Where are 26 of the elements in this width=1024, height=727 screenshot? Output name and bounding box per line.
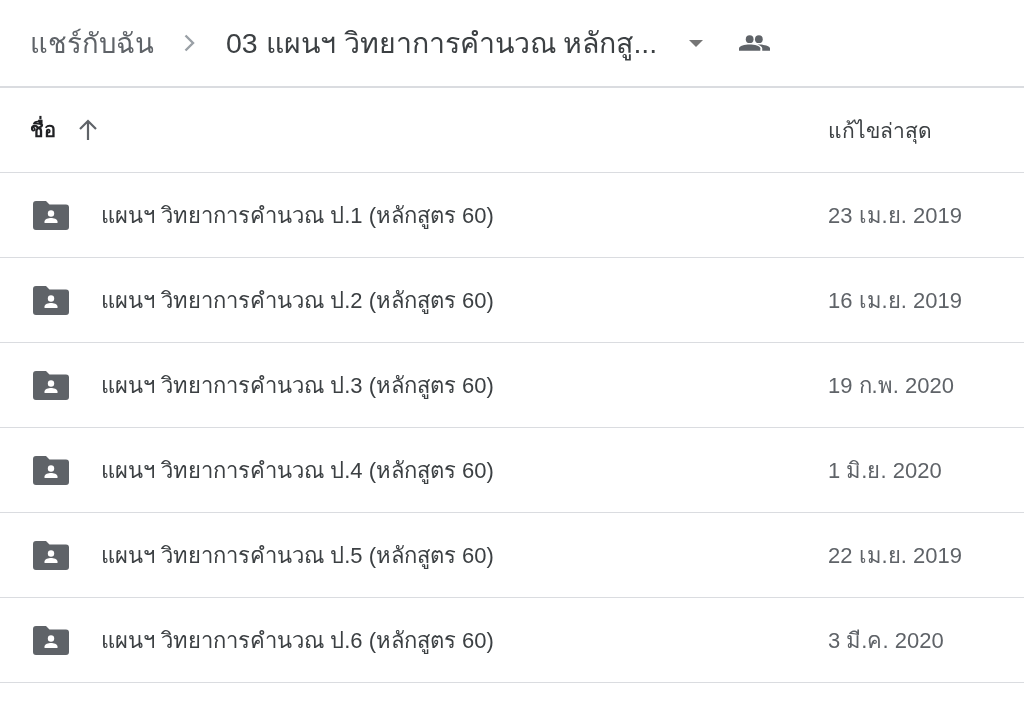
modified-date: 1 มิ.ย. 2020 [828,456,943,485]
modified-date: 22 เม.ย. 2019 [828,541,963,570]
column-header[interactable]: ชื่อ [30,114,56,146]
folder-name: แผนฯ วิทยาการคำนวณ ป.1 (หลักสูตร 60) [101,201,495,231]
folder-name: แผนฯ วิทยาการคำนวณ ป.3 (หลักสูตร 60) [101,371,495,401]
column-header[interactable]: แก้ไขล่าสุด [828,113,932,147]
shared-folder-icon [33,455,69,485]
people-icon[interactable] [739,35,771,51]
breadcrumb-link[interactable]: แชร์กับฉัน [30,21,154,65]
folder-name: แผนฯ วิทยาการคำนวณ ป.4 (หลักสูตร 60) [101,456,495,486]
folder-name: แผนฯ วิทยาการคำนวณ ป.5 (หลักสูตร 60) [101,541,495,571]
modified-date: 3 มี.ค. 2020 [828,626,945,655]
arrow-up-icon[interactable] [78,119,98,141]
caret-down-icon[interactable] [689,39,704,47]
modified-date: 19 ก.พ. 2020 [828,371,955,400]
chevron-right-icon [184,34,195,52]
modified-date: 16 เม.ย. 2019 [828,286,963,315]
shared-folder-icon [33,370,69,400]
shared-folder-icon [33,200,69,230]
shared-folder-icon [33,540,69,570]
current-folder-title[interactable]: 03 แผนฯ วิทยาการคำนวณ หลักสู... [226,20,658,66]
modified-date: 23 เม.ย. 2019 [828,201,963,230]
folder-name: แผนฯ วิทยาการคำนวณ ป.6 (หลักสูตร 60) [101,626,495,656]
folder-name: แผนฯ วิทยาการคำนวณ ป.2 (หลักสูตร 60) [101,286,495,316]
shared-folder-icon [33,625,69,655]
shared-folder-icon [33,285,69,315]
